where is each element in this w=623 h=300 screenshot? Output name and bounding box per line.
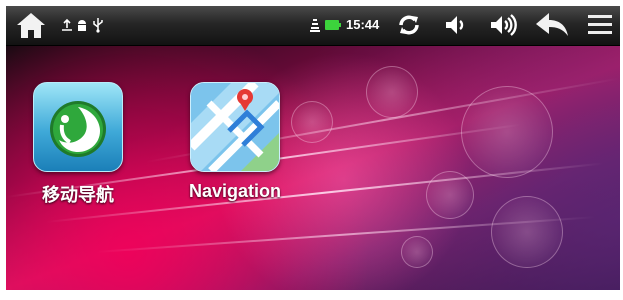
wifi-signal-icon <box>309 17 321 33</box>
usb-connection-icon <box>60 18 74 32</box>
home-icon[interactable] <box>12 8 50 42</box>
back-icon[interactable] <box>532 9 572 41</box>
app-mobile-navigation[interactable]: 移动导航 <box>29 82 127 207</box>
sync-icon[interactable] <box>394 10 424 40</box>
usb-icon <box>91 17 105 33</box>
mobile-navigation-app-icon <box>33 82 123 172</box>
battery-icon <box>325 19 341 31</box>
app-navigation[interactable]: Navigation <box>186 82 284 202</box>
system-bar: 15:44 <box>6 6 620 46</box>
android-debug-icon <box>75 18 89 32</box>
menu-icon[interactable] <box>586 12 614 38</box>
app-label: 移动导航 <box>42 185 114 205</box>
app-label: Navigation <box>188 181 281 201</box>
clock: 15:44 <box>346 17 380 32</box>
volume-up-icon[interactable] <box>487 10 521 40</box>
navigation-map-icon <box>190 82 280 172</box>
device-screen: 15:44 移动导航 Navigation <box>0 0 623 300</box>
volume-down-icon[interactable] <box>442 10 470 40</box>
